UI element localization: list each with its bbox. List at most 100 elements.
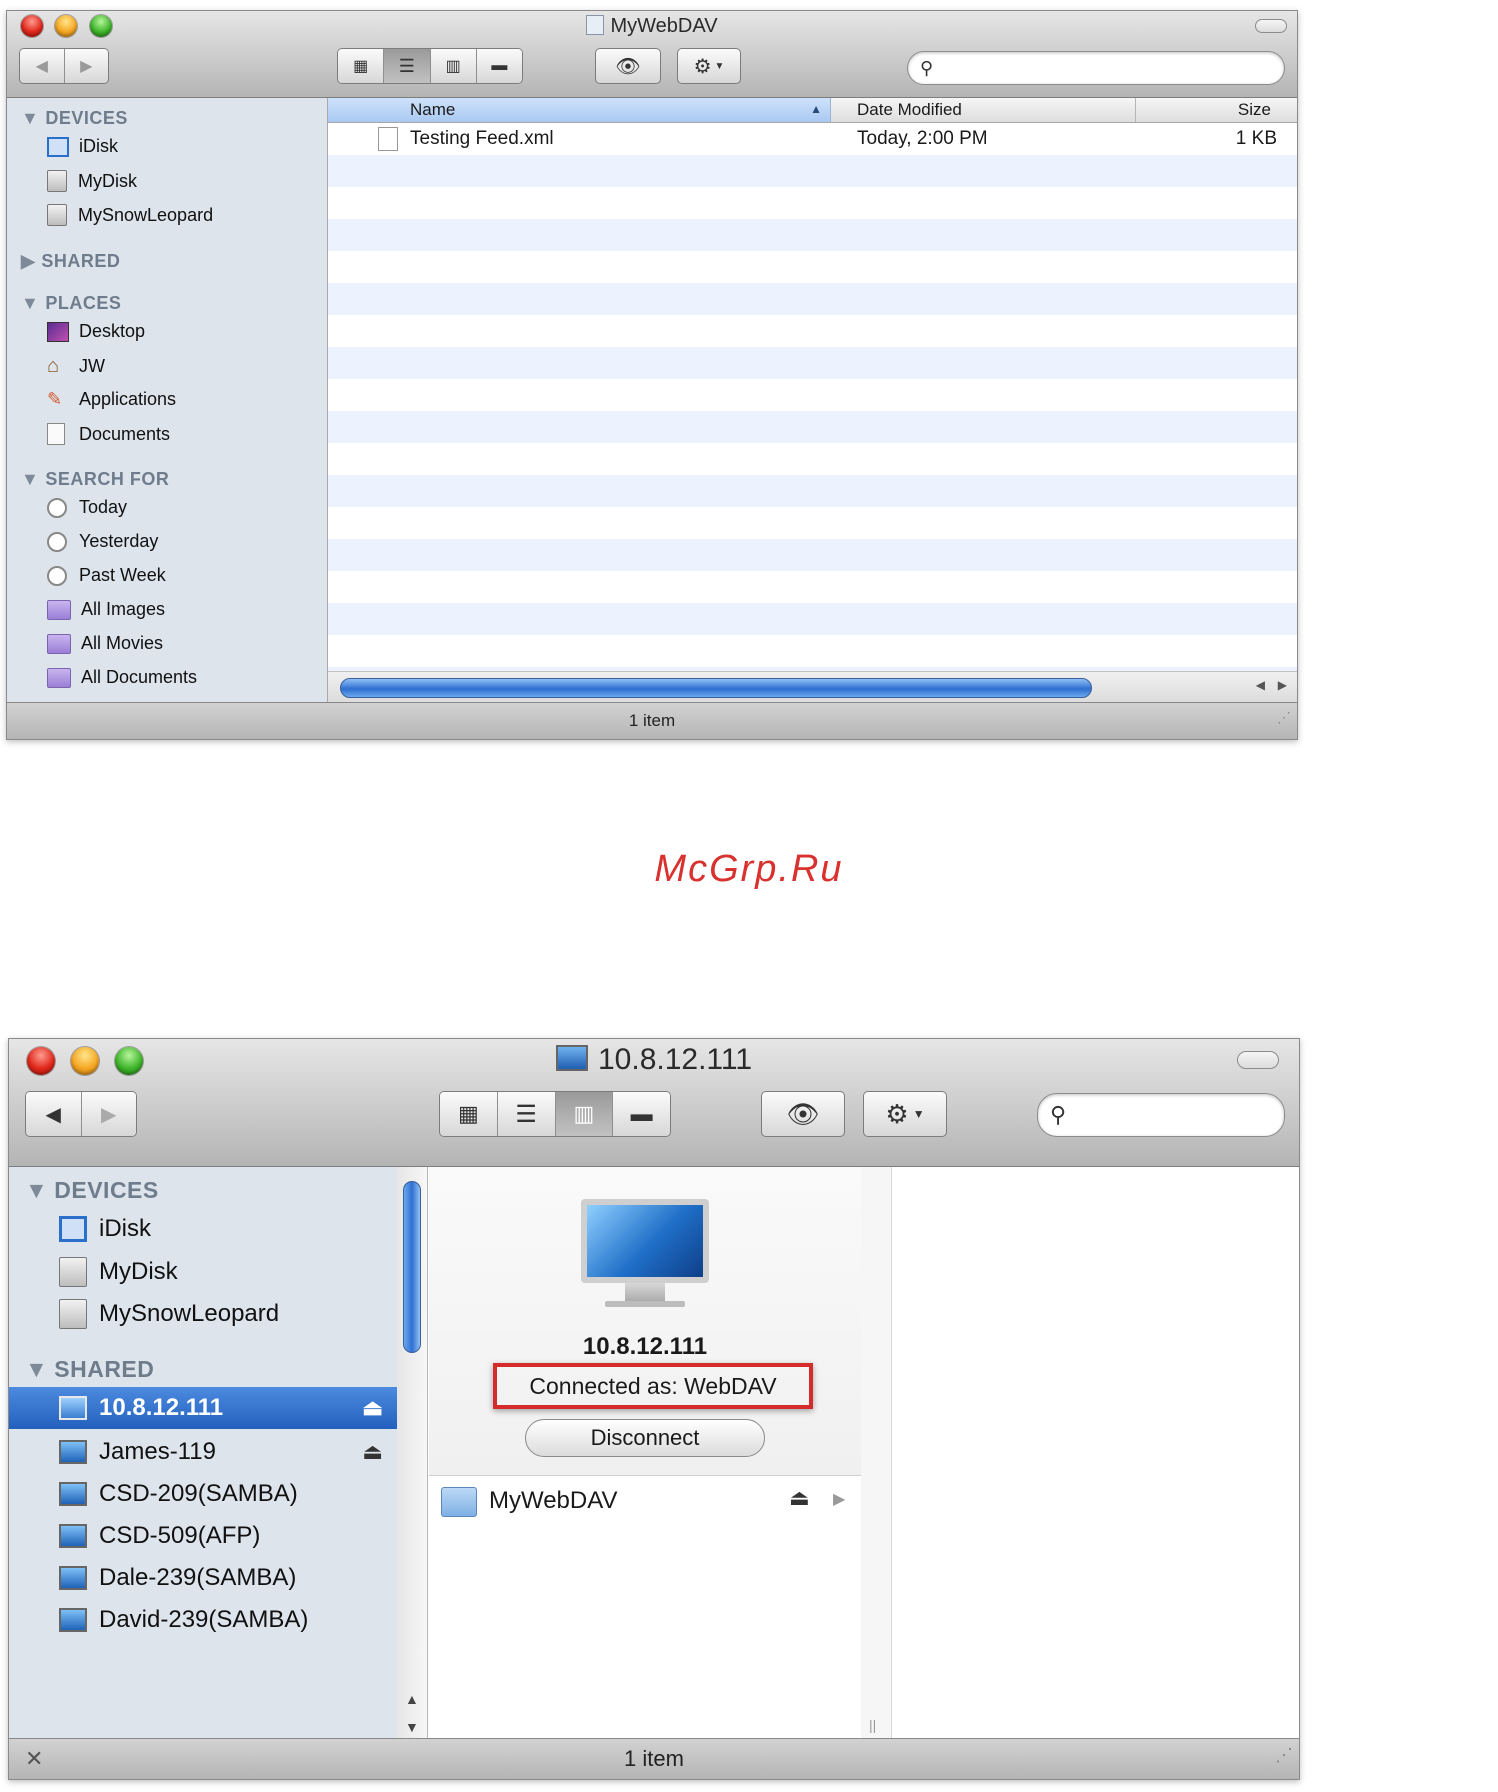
sidebar-item-label: Desktop (79, 321, 146, 341)
eject-icon[interactable]: ⏏ (362, 1439, 383, 1465)
column-view-button[interactable]: ▥ (555, 1092, 614, 1136)
sidebar-item-today[interactable]: Today (47, 497, 127, 518)
sidebar-section-devices[interactable]: ▼ DEVICES (25, 1177, 159, 1204)
window-title: 10.8.12.111 (9, 1043, 1299, 1077)
status-text: 1 item (628, 711, 676, 730)
search-field[interactable]: ⚲ (907, 51, 1285, 85)
list-view-button[interactable]: ☰ (497, 1092, 556, 1136)
sidebar-item-dale-239[interactable]: Dale-239(SAMBA) (9, 1557, 397, 1599)
sidebar-section-places[interactable]: ▼ PLACES (21, 293, 121, 314)
scroll-up-icon[interactable]: ▲ (405, 1691, 419, 1707)
eject-icon[interactable]: ⏏ (789, 1485, 810, 1511)
horizontal-scrollbar[interactable]: ◀ ▶ (328, 671, 1297, 702)
pin-icon[interactable]: ✕ (25, 1739, 43, 1779)
eye-icon: 👁 (615, 55, 641, 78)
disclosure-open-icon: ▼ (21, 108, 40, 128)
search-field[interactable]: ⚲ (1037, 1093, 1285, 1137)
idisk-icon (59, 1216, 87, 1242)
server-name: 10.8.12.111 (582, 1333, 708, 1360)
sidebar-item-label: Yesterday (79, 531, 159, 551)
search-icon: ⚲ (920, 57, 934, 78)
column-header-size-label: Size (1237, 100, 1271, 119)
quick-look-button[interactable]: 👁 (595, 48, 661, 84)
sidebar-scroll-thumb[interactable] (403, 1181, 421, 1353)
toolbar-toggle-button[interactable] (1237, 1051, 1279, 1069)
toolbar-toggle-button[interactable] (1255, 19, 1287, 33)
clock-icon (47, 531, 67, 552)
sidebar-section-devices[interactable]: ▼ DEVICES (21, 108, 128, 129)
column-header-size[interactable]: Size (1136, 98, 1297, 122)
cover-flow-button[interactable]: ▬ (476, 49, 522, 83)
icon-view-icon: ▦ (353, 58, 369, 75)
sidebar-item-csd-509[interactable]: CSD-509(AFP) (9, 1515, 397, 1557)
sidebar-item-label: All Documents (81, 667, 198, 687)
resize-grip-icon[interactable]: ⋰ (1277, 699, 1291, 735)
computer-icon (59, 1396, 87, 1420)
sidebar-item-mydisk[interactable]: MyDisk (47, 170, 137, 192)
sidebar-item-label: All Images (81, 599, 166, 619)
list-item[interactable]: MyWebDAV ⏏ ▶ (429, 1479, 861, 1523)
list-view-button[interactable]: ☰ (384, 49, 431, 83)
scroll-left-icon[interactable]: ◀ (1256, 678, 1265, 692)
sidebar-item-past-week[interactable]: Past Week (47, 565, 166, 586)
sidebar-item-label: Today (79, 497, 128, 517)
sidebar-section-shared[interactable]: ▶ SHARED (21, 251, 120, 272)
action-menu-button[interactable]: ⚙ ▼ (863, 1091, 947, 1137)
column-header-date[interactable]: Date Modified (831, 98, 1136, 122)
scroll-down-icon[interactable]: ▼ (405, 1719, 419, 1735)
computer-icon (59, 1608, 87, 1632)
back-button[interactable]: ◀ (26, 1092, 82, 1136)
chevron-down-icon: ▼ (912, 1107, 925, 1121)
back-forward-control: ◀ ▶ (19, 48, 109, 84)
sidebar-section-search-for[interactable]: ▼ SEARCH FOR (21, 469, 169, 490)
list-rows: Testing Feed.xml Today, 2:00 PM 1 KB (328, 123, 1297, 671)
sidebar-item-james-119[interactable]: James-119 ⏏ (9, 1431, 397, 1473)
column-view-button[interactable]: ▥ (430, 49, 477, 83)
icon-view-button[interactable]: ▦ (338, 49, 385, 83)
table-row[interactable]: Testing Feed.xml Today, 2:00 PM 1 KB (328, 125, 1297, 153)
sidebar-item-label: CSD-209(SAMBA) (99, 1480, 298, 1507)
sidebar-scrollbar[interactable]: ▲ ▼ (397, 1167, 428, 1741)
smart-folder-icon (47, 599, 71, 620)
search-input[interactable] (1074, 1103, 1259, 1127)
watermark: McGrp.Ru (654, 848, 844, 890)
sidebar-item-server-selected[interactable]: 10.8.12.111 ⏏ (9, 1387, 397, 1429)
forward-button[interactable]: ▶ (81, 1092, 136, 1136)
eject-icon[interactable]: ⏏ (362, 1395, 383, 1421)
sidebar-item-mydisk[interactable]: MyDisk (59, 1257, 178, 1287)
forward-button[interactable]: ▶ (64, 49, 108, 83)
back-button[interactable]: ◀ (20, 49, 65, 83)
status-bar: ✕ 1 item ⋰ (9, 1738, 1299, 1779)
search-input[interactable] (941, 58, 1246, 78)
disconnect-button[interactable]: Disconnect (525, 1419, 765, 1457)
sidebar-item-label: CSD-509(AFP) (99, 1522, 261, 1549)
sidebar-item-label: All Movies (81, 633, 164, 653)
sidebar-item-david-239[interactable]: David-239(SAMBA) (9, 1599, 397, 1641)
sidebar-item-idisk[interactable]: iDisk (47, 136, 118, 157)
sidebar-item-all-documents[interactable]: All Documents (47, 667, 197, 688)
scroll-right-icon[interactable]: ▶ (1278, 678, 1287, 692)
cover-flow-button[interactable]: ▬ (613, 1092, 670, 1136)
sidebar-item-applications[interactable]: ✎ Applications (47, 389, 176, 410)
column-header-name[interactable]: Name ▲ (328, 98, 831, 122)
sidebar-section-shared[interactable]: ▼ SHARED (25, 1356, 154, 1383)
sidebar-item-yesterday[interactable]: Yesterday (47, 531, 158, 552)
computer-icon (59, 1482, 87, 1506)
sidebar-item-all-movies[interactable]: All Movies (47, 633, 163, 654)
sidebar-item-csd-209[interactable]: CSD-209(SAMBA) (9, 1473, 397, 1515)
desktop-icon (47, 321, 69, 342)
sidebar-item-idisk[interactable]: iDisk (59, 1215, 151, 1243)
sidebar-item-mysnowleopard[interactable]: MySnowLeopard (47, 204, 213, 226)
sidebar-item-mysnowleopard[interactable]: MySnowLeopard (59, 1299, 279, 1329)
icon-view-button[interactable]: ▦ (440, 1092, 498, 1136)
sidebar-item-documents[interactable]: Documents (47, 423, 170, 445)
column-resize-handle[interactable]: || (861, 1167, 892, 1741)
gear-icon: ⚙ (885, 1098, 909, 1129)
sidebar-item-jw[interactable]: ⌂ JW (47, 355, 105, 378)
sidebar-item-all-images[interactable]: All Images (47, 599, 165, 620)
action-menu-button[interactable]: ⚙ ▼ (677, 48, 741, 84)
resize-grip-icon[interactable]: ⋰ (1275, 1735, 1293, 1775)
sidebar-item-desktop[interactable]: Desktop (47, 321, 145, 342)
horizontal-scroll-thumb[interactable] (340, 678, 1092, 698)
quick-look-button[interactable]: 👁 (761, 1091, 845, 1137)
